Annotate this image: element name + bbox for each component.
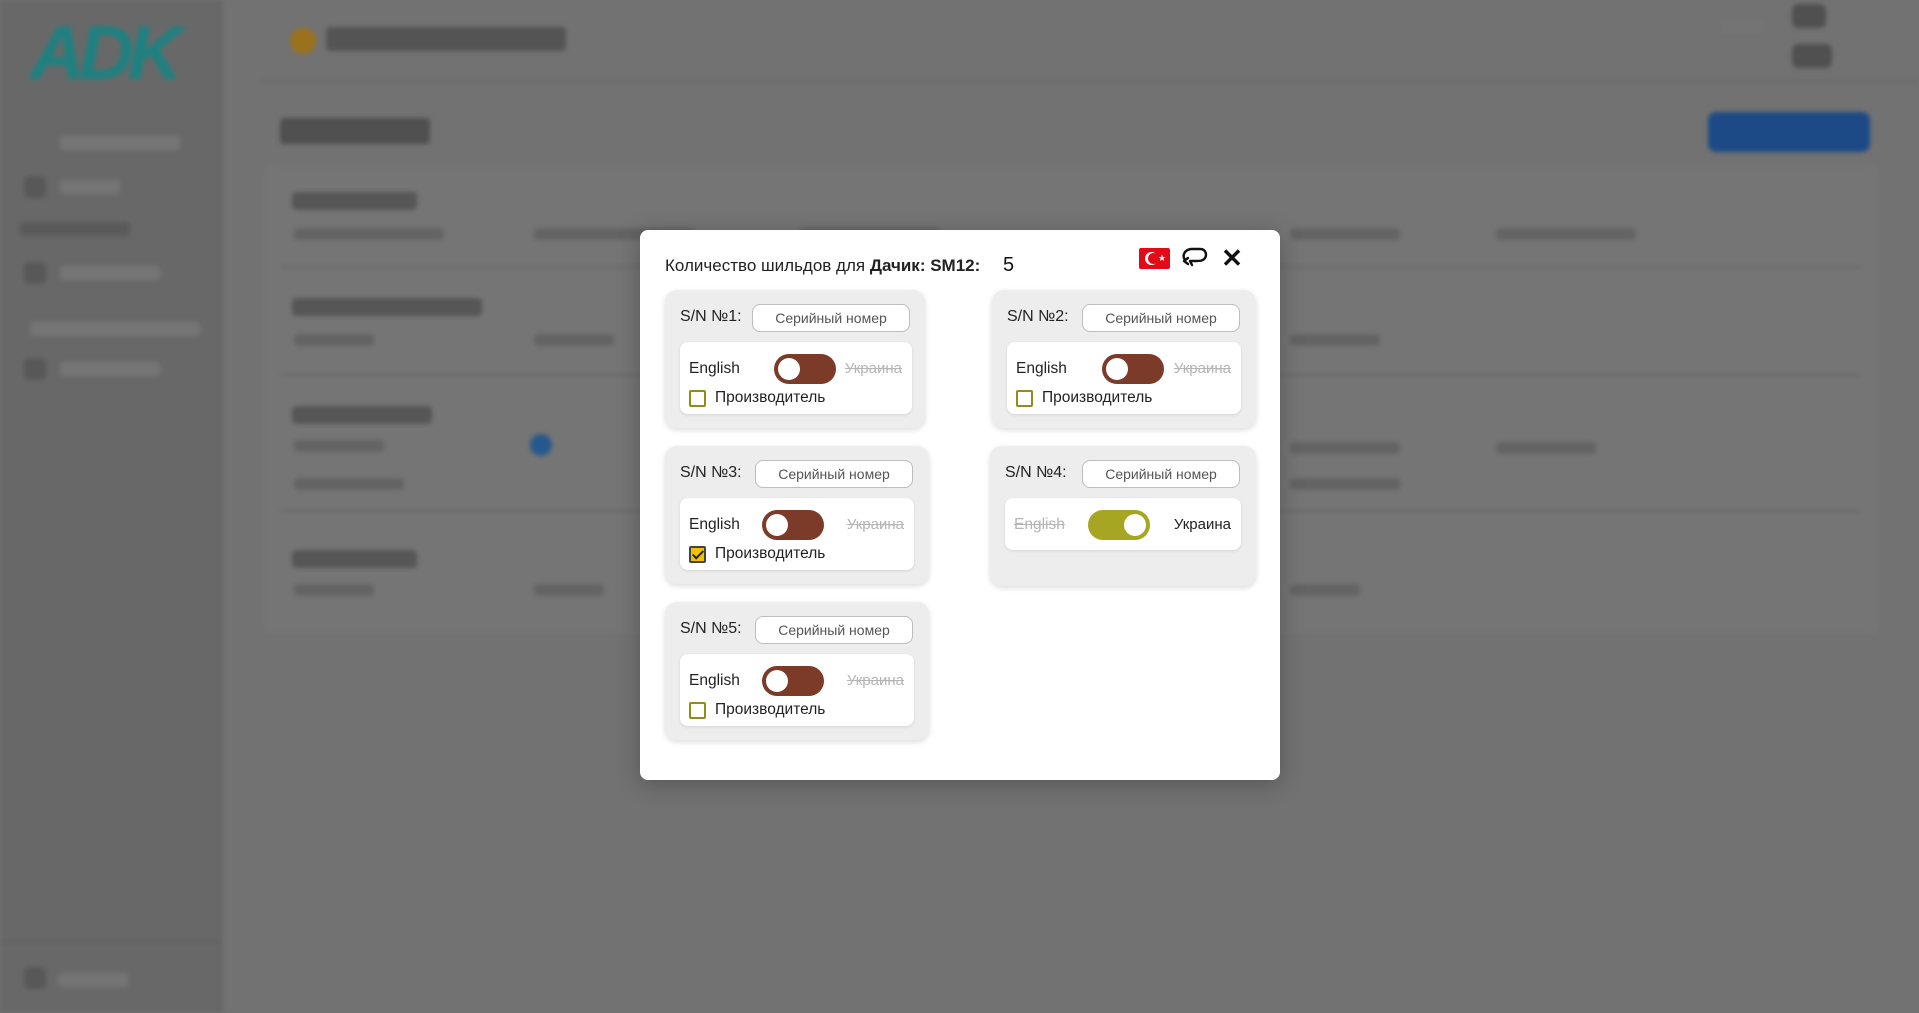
manufacturer-label: Производитель <box>715 545 826 562</box>
lang-ukraine-label: Украина <box>844 360 902 377</box>
label-options: English Украина Производитель <box>680 498 914 570</box>
label-options: English Украина <box>1005 498 1241 550</box>
serial-number-input[interactable] <box>755 460 913 488</box>
language-toggle[interactable] <box>774 354 836 384</box>
label-options: English Украина Производитель <box>1007 342 1241 414</box>
lang-english-label: English <box>1016 360 1067 377</box>
serial-card-2: S/N №2: English Украина Производитель <box>992 290 1256 428</box>
language-toggle[interactable] <box>762 510 824 540</box>
manufacturer-checkbox[interactable] <box>689 701 706 719</box>
modal-title-entity: Дачик: SM12: <box>869 256 981 275</box>
serial-number-input[interactable] <box>752 304 910 332</box>
serial-label: S/N №1: <box>680 308 742 325</box>
serial-card-4: S/N №4: English Украина <box>990 446 1256 586</box>
language-toggle[interactable] <box>762 666 824 696</box>
nameplate-count: 5 <box>1003 254 1015 276</box>
repeat-icon[interactable] <box>1180 245 1208 271</box>
language-toggle-row: English Украина <box>680 352 912 384</box>
modal-title-prefix: Количество шильдов для <box>665 256 866 275</box>
serial-label: S/N №2: <box>1007 308 1069 325</box>
language-toggle-row: English Украина <box>680 508 914 540</box>
serial-number-input[interactable] <box>1082 304 1240 332</box>
lang-ukraine-label: Украина <box>846 516 904 533</box>
nameplate-count-modal: Количество шильдов для Дачик: SM12: 5 ★ … <box>640 230 1280 780</box>
manufacturer-label: Производитель <box>1042 389 1153 406</box>
serial-label: S/N №3: <box>680 464 742 481</box>
language-toggle-row: English Украина <box>1007 352 1241 384</box>
manufacturer-label: Производитель <box>715 389 826 406</box>
lang-english-label: English <box>689 672 740 689</box>
language-toggle[interactable] <box>1088 510 1150 540</box>
manufacturer-checkbox[interactable] <box>1016 389 1033 407</box>
language-toggle[interactable] <box>1102 354 1164 384</box>
lang-english-label: English <box>689 360 740 377</box>
serial-card-1: S/N №1: English Украина Производитель <box>665 290 925 428</box>
lang-ukraine-label: Украина <box>1173 516 1231 533</box>
lang-ukraine-label: Украина <box>1173 360 1231 377</box>
manufacturer-checkbox[interactable] <box>689 545 706 563</box>
modal-title: Количество шильдов для Дачик: SM12: <box>665 256 980 276</box>
serial-card-5: S/N №5: English Украина Производитель <box>665 602 929 740</box>
serial-label: S/N №4: <box>1005 464 1067 481</box>
lang-english-label: English <box>689 516 740 533</box>
turkey-flag-icon[interactable]: ★ <box>1139 247 1170 269</box>
close-icon[interactable]: ✕ <box>1218 245 1246 271</box>
lang-english-label: English <box>1014 516 1065 533</box>
language-toggle-row: English Украина <box>1005 508 1241 540</box>
serial-number-input[interactable] <box>1082 460 1240 488</box>
label-options: English Украина Производитель <box>680 654 914 726</box>
manufacturer-row: Производитель <box>1016 388 1152 408</box>
manufacturer-checkbox[interactable] <box>689 389 706 407</box>
manufacturer-row: Производитель <box>689 544 825 564</box>
manufacturer-label: Производитель <box>715 701 826 718</box>
label-options: English Украина Производитель <box>680 342 912 414</box>
serial-card-3: S/N №3: English Украина Производитель <box>665 446 929 584</box>
serial-label: S/N №5: <box>680 620 742 637</box>
language-toggle-row: English Украина <box>680 664 914 696</box>
manufacturer-row: Производитель <box>689 388 825 408</box>
serial-number-input[interactable] <box>755 616 913 644</box>
modal-header-actions: ★ ✕ <box>1139 245 1246 271</box>
lang-ukraine-label: Украина <box>846 672 904 689</box>
manufacturer-row: Производитель <box>689 700 825 720</box>
